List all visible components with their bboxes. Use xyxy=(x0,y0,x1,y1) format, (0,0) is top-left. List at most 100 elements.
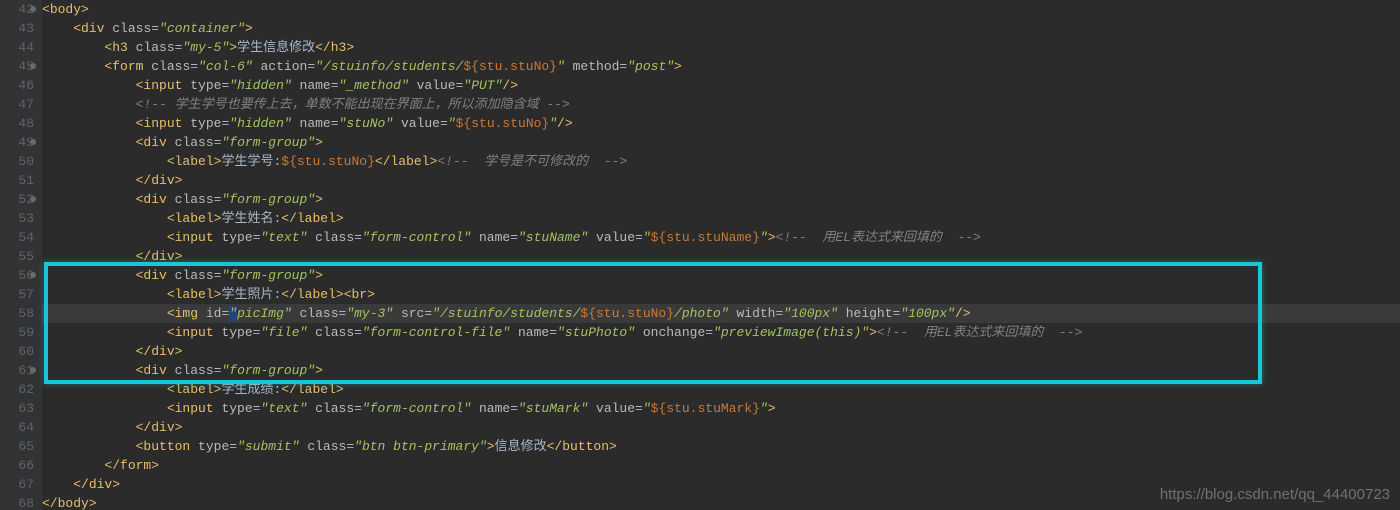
line-number[interactable]: 51 xyxy=(0,171,34,190)
fold-marker-icon[interactable] xyxy=(30,196,36,202)
code-line[interactable]: </div> xyxy=(42,171,1400,190)
line-number[interactable]: 65 xyxy=(0,437,34,456)
line-number[interactable]: 59 xyxy=(0,323,34,342)
line-number[interactable]: 57 xyxy=(0,285,34,304)
token: 学生信息修改 xyxy=(237,40,315,55)
code-line[interactable]: </div> xyxy=(42,247,1400,266)
line-number[interactable]: 61 xyxy=(0,361,34,380)
token: < xyxy=(42,230,175,245)
code-line[interactable]: <h3 class="my-5">学生信息修改</h3> xyxy=(42,38,1400,57)
code-line[interactable]: <div class="form-group"> xyxy=(42,266,1400,285)
line-number[interactable]: 47 xyxy=(0,95,34,114)
token: < xyxy=(42,2,50,17)
code-line[interactable]: <input type="hidden" name="stuNo" value=… xyxy=(42,114,1400,133)
token: method xyxy=(573,59,620,74)
code-line[interactable]: <input type="text" class="form-control" … xyxy=(42,399,1400,418)
token: " xyxy=(643,401,651,416)
line-number[interactable]: 56 xyxy=(0,266,34,285)
line-number[interactable]: 60 xyxy=(0,342,34,361)
fold-marker-icon[interactable] xyxy=(30,272,36,278)
code-line[interactable]: <div class="form-group"> xyxy=(42,190,1400,209)
code-line[interactable]: <label>学生学号:${stu.stuNo}</label><!-- 学号是… xyxy=(42,152,1400,171)
line-number[interactable]: 62 xyxy=(0,380,34,399)
line-number[interactable]: 46 xyxy=(0,76,34,95)
token: ${stu.stuNo} xyxy=(463,59,557,74)
line-number[interactable]: 48 xyxy=(0,114,34,133)
token: div xyxy=(143,192,166,207)
code-line[interactable]: </div> xyxy=(42,342,1400,361)
token: form xyxy=(112,59,143,74)
token xyxy=(292,116,300,131)
line-number[interactable]: 63 xyxy=(0,399,34,418)
code-line[interactable]: <label>学生照片:</label><br> xyxy=(42,285,1400,304)
token: "submit" xyxy=(237,439,299,454)
token: > xyxy=(315,192,323,207)
token: > xyxy=(151,458,159,473)
token: /> xyxy=(557,116,573,131)
token: button xyxy=(562,439,609,454)
line-number[interactable]: 66 xyxy=(0,456,34,475)
token: "/stuinfo/students/ xyxy=(315,59,463,74)
fold-marker-icon[interactable] xyxy=(30,63,36,69)
line-number[interactable]: 67 xyxy=(0,475,34,494)
token xyxy=(588,401,596,416)
token: label xyxy=(175,287,214,302)
code-line[interactable]: <button type="submit" class="btn btn-pri… xyxy=(42,437,1400,456)
line-number[interactable]: 44 xyxy=(0,38,34,57)
token: type xyxy=(221,325,252,340)
line-number[interactable]: 68 xyxy=(0,494,34,510)
line-number[interactable]: 49 xyxy=(0,133,34,152)
line-number[interactable]: 58 xyxy=(0,304,34,323)
code-line[interactable]: <input type="text" class="form-control" … xyxy=(42,228,1400,247)
code-line[interactable]: <body> xyxy=(42,0,1400,19)
line-number[interactable]: 42 xyxy=(0,0,34,19)
line-number[interactable]: 54 xyxy=(0,228,34,247)
token: label xyxy=(297,287,336,302)
line-number[interactable]: 50 xyxy=(0,152,34,171)
token: = xyxy=(705,325,713,340)
line-number[interactable]: 53 xyxy=(0,209,34,228)
line-number[interactable]: 52 xyxy=(0,190,34,209)
token: "previewImage(this)" xyxy=(713,325,869,340)
line-number[interactable]: 43 xyxy=(0,19,34,38)
code-line[interactable]: <label>学生成绩:</label> xyxy=(42,380,1400,399)
token: < xyxy=(42,211,175,226)
line-number[interactable]: 55 xyxy=(0,247,34,266)
token: < xyxy=(42,287,175,302)
token: > xyxy=(487,439,495,454)
token xyxy=(409,78,417,93)
token: " xyxy=(557,59,565,74)
token: < xyxy=(42,116,143,131)
code-line[interactable]: </div> xyxy=(42,418,1400,437)
fold-marker-icon[interactable] xyxy=(30,367,36,373)
line-number[interactable]: 64 xyxy=(0,418,34,437)
token: /> xyxy=(955,306,971,321)
code-line[interactable]: <form class="col-6" action="/stuinfo/stu… xyxy=(42,57,1400,76)
code-editor[interactable]: 4243444546474849505152535455565758596061… xyxy=(0,0,1400,510)
code-line[interactable]: <div class="form-group"> xyxy=(42,361,1400,380)
token: > xyxy=(245,21,253,36)
token: "file" xyxy=(260,325,307,340)
token: < xyxy=(42,40,112,55)
fold-marker-icon[interactable] xyxy=(30,139,36,145)
code-line[interactable]: <div class="container"> xyxy=(42,19,1400,38)
token: div xyxy=(143,268,166,283)
code-line[interactable]: <input type="hidden" name="_method" valu… xyxy=(42,76,1400,95)
fold-marker-icon[interactable] xyxy=(30,6,36,12)
token: </ xyxy=(42,496,58,510)
token: div xyxy=(151,173,174,188)
token: src xyxy=(401,306,424,321)
line-number-gutter[interactable]: 4243444546474849505152535455565758596061… xyxy=(0,0,42,510)
token: < xyxy=(42,401,175,416)
code-line[interactable]: </form> xyxy=(42,456,1400,475)
token: 学生姓名: xyxy=(221,211,281,226)
token: " xyxy=(229,306,237,321)
code-area[interactable]: <body> <div class="container"> <h3 class… xyxy=(42,0,1400,510)
code-line[interactable]: <img id="picImg" class="my-3" src="/stui… xyxy=(42,304,1400,323)
token: div xyxy=(151,420,174,435)
code-line[interactable]: <input type="file" class="form-control-f… xyxy=(42,323,1400,342)
code-line[interactable]: <div class="form-group"> xyxy=(42,133,1400,152)
line-number[interactable]: 45 xyxy=(0,57,34,76)
code-line[interactable]: <!-- 学生学号也要传上去，单数不能出现在界面上，所以添加隐含域 --> xyxy=(42,95,1400,114)
code-line[interactable]: <label>学生姓名:</label> xyxy=(42,209,1400,228)
